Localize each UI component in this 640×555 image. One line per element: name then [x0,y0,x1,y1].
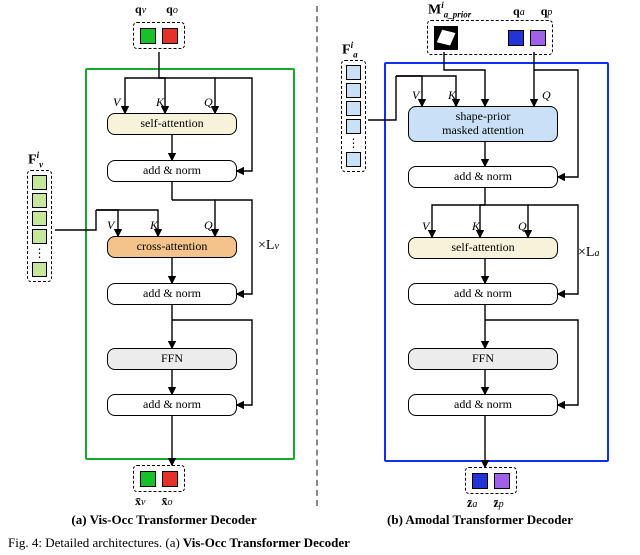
left-top-Q: Q [204,95,213,110]
left-cross-attention: cross-attention [107,236,237,258]
right-panel: Mia_prior qa qp Fia ⋮ shape-pri [320,0,640,510]
right-output-labels: z̄a z̄p [467,496,504,511]
feat-token [32,211,47,226]
panel-divider [316,6,318,506]
xo-label: x̄o [161,494,172,508]
left-query-tokens [133,22,185,49]
right-mid-K: K [472,219,480,234]
right-mid-V: V [422,219,429,234]
left-top-V: V [113,95,120,110]
right-caption: (b) Amodal Transformer Decoder [350,512,610,528]
qa-token [508,30,524,46]
left-mid-K: K [150,218,158,233]
right-self-attention: self-attention [408,237,558,259]
right-output-tokens [465,467,517,494]
feat-token [346,152,361,167]
qp-label: qp [541,4,553,18]
zp-token [494,473,510,489]
left-mid-Q: Q [204,218,213,233]
feat-vdots: ⋮ [34,247,46,259]
left-ffn: FFN [107,348,237,370]
feat-token [346,119,361,134]
qo-token [162,28,178,44]
feat-token [32,229,47,244]
left-self-attention: self-attention [107,113,237,135]
right-top-Q: Q [542,88,551,103]
left-top-K: K [156,95,164,110]
left-panel: qv qo Fiv ⋮ self-attention add & norm cr… [0,0,316,510]
right-addnorm-1: add & norm [408,166,558,188]
feat-token [346,83,361,98]
left-output-tokens [133,465,185,492]
zp-label: z̄p [493,496,503,510]
right-top-K: K [448,88,456,103]
left-feat-stack: ⋮ [27,170,52,282]
za-label: z̄a [467,496,477,510]
right-shape-prior-attn: shape-prior masked attention [408,106,558,142]
xo-token [162,471,178,487]
qp-token [530,30,546,46]
left-mid-V: V [107,218,114,233]
left-feat-label: Fiv [28,150,43,169]
feat-vdots: ⋮ [348,137,360,149]
right-ffn: FFN [408,348,558,370]
feat-token [32,193,47,208]
right-inputs [427,20,553,55]
right-query-labels: qa qp [513,4,552,19]
left-output-labels: x̄v x̄o [135,494,172,509]
xv-label: x̄v [135,494,145,508]
feat-token [346,101,361,116]
figure-area: qv qo Fiv ⋮ self-attention add & norm cr… [0,0,640,510]
feat-token [32,262,47,277]
left-caption: (a) Vis-Occ Transformer Decoder [44,512,284,528]
right-addnorm-2: add & norm [408,283,558,305]
xv-token [140,471,156,487]
feat-token [32,175,47,190]
right-feat-stack: ⋮ [341,60,366,172]
left-query-labels: qv qo [135,2,178,17]
right-loop-label: ×La [578,245,599,261]
right-feat-label: Fia [342,40,358,59]
qv-token [140,28,156,44]
qv-label: qv [135,2,146,17]
qa-label: qa [513,4,525,18]
mask-token [434,26,458,50]
za-token [472,473,488,489]
right-top-V: V [412,88,419,103]
mask-label: Mia_prior [428,0,471,19]
left-addnorm-1: add & norm [107,160,237,182]
feat-token [346,65,361,80]
left-addnorm-2: add & norm [107,283,237,305]
left-loop-label: ×Lv [258,238,279,254]
qo-label: qo [166,2,178,17]
right-mid-Q: Q [518,219,527,234]
left-addnorm-3: add & norm [107,394,237,416]
figure-caption: Fig. 4: Detailed architectures. (a) Vis-… [8,535,350,551]
right-addnorm-3: add & norm [408,394,558,416]
